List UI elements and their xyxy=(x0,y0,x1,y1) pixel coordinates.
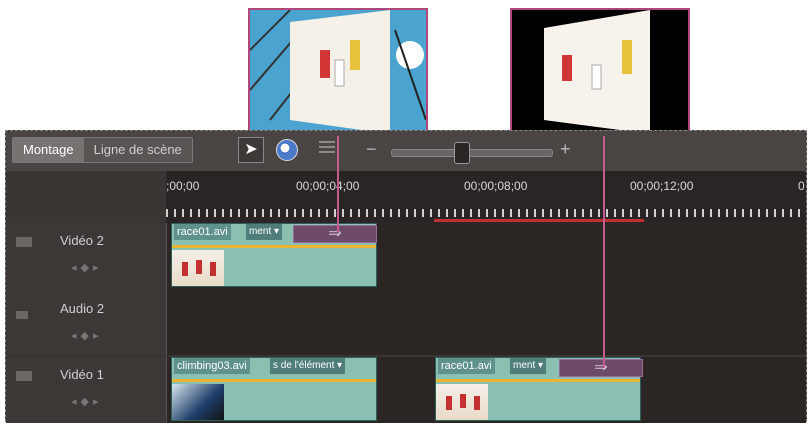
selection-tool-icon[interactable]: ➤ xyxy=(238,137,264,163)
track-audio-2: Audio 2 ◂◆▸ xyxy=(6,291,806,355)
clip-name: climbing03.avi xyxy=(174,358,250,374)
callout-line xyxy=(603,136,605,368)
ruler-label: 00;00;04;00 xyxy=(296,179,360,193)
preview-race-transition xyxy=(510,8,690,136)
track-header-video-2: Vidéo 2 ◂◆▸ xyxy=(6,223,166,291)
transition-block[interactable]: ⇒ xyxy=(293,225,377,243)
clip-line xyxy=(172,379,376,382)
preview-image-2 xyxy=(512,10,688,134)
track-body-video-1[interactable]: climbing03.avi s de l'élément ▾ race01.a… xyxy=(166,357,806,423)
track-header-audio-2: Audio 2 ◂◆▸ xyxy=(6,291,166,355)
track-label: Vidéo 2 xyxy=(60,233,104,248)
ruler-tick-strip xyxy=(166,209,806,217)
ruler-label: 00;00;08;00 xyxy=(464,179,528,193)
clip-thumbnail xyxy=(172,384,224,420)
list-icon[interactable] xyxy=(319,141,335,155)
runner-figure xyxy=(446,396,452,410)
runner-figure xyxy=(474,396,480,410)
keyframe-nav-icon[interactable]: ◂◆▸ xyxy=(71,329,103,342)
clip-name: race01.avi xyxy=(174,224,231,240)
track-body-video-2[interactable]: race01.avi ment ▾ ⇒ xyxy=(166,223,806,291)
timeline-toolbar: Montage Ligne de scène ➤ − + xyxy=(6,131,806,171)
view-tabs: Montage Ligne de scène xyxy=(12,137,193,163)
runner-figure xyxy=(210,262,216,276)
ruler-label: ;00;00 xyxy=(166,179,200,193)
track-label: Vidéo 1 xyxy=(60,367,104,382)
runner-figure xyxy=(196,260,202,274)
runner-figure xyxy=(460,394,466,408)
tab-montage[interactable]: Montage xyxy=(13,138,84,162)
clip-menu[interactable]: ment ▾ xyxy=(510,358,547,374)
track-video-1: Vidéo 1 ◂◆▸ climbing03.avi s de l'élémen… xyxy=(6,357,806,423)
ruler-label: 0 xyxy=(798,179,805,193)
track-body-audio-2[interactable] xyxy=(166,291,806,355)
zoom-slider[interactable] xyxy=(391,149,553,157)
keyframe-nav-icon[interactable]: ◂◆▸ xyxy=(71,395,103,408)
clip-name: race01.avi xyxy=(438,358,495,374)
track-video-2: Vidéo 2 ◂◆▸ race01.avi ment ▾ ⇒ xyxy=(6,223,806,291)
clip-thumbnail xyxy=(172,250,224,286)
ruler-label: 00;00;12;00 xyxy=(630,179,694,193)
clip-thumbnail xyxy=(436,384,488,420)
time-ruler[interactable]: ;00;00 00;00;04;00 00;00;08;00 00;00;12;… xyxy=(166,171,806,223)
track-label: Audio 2 xyxy=(60,301,105,316)
transition-block[interactable]: ⇒ xyxy=(559,359,643,377)
clip-climbing03[interactable]: climbing03.avi s de l'élément ▾ xyxy=(171,357,377,421)
clip-menu[interactable]: ment ▾ xyxy=(246,224,283,240)
callout-line xyxy=(337,136,339,232)
preview-image-1 xyxy=(250,10,426,134)
zoom-out-button[interactable]: − xyxy=(366,137,377,161)
speaker-icon xyxy=(16,311,28,319)
preview-climbing-to-race xyxy=(248,8,428,136)
keyframe-nav-icon[interactable]: ◂◆▸ xyxy=(71,261,103,274)
track-header-video-1: Vidéo 1 ◂◆▸ xyxy=(6,357,166,423)
clip-line xyxy=(172,245,376,248)
zoom-slider-thumb[interactable] xyxy=(454,142,470,164)
film-icon xyxy=(16,237,32,247)
work-area-bar[interactable] xyxy=(434,219,644,222)
zoom-in-button[interactable]: + xyxy=(560,137,571,161)
film-icon xyxy=(16,371,32,381)
time-stretch-icon[interactable] xyxy=(276,139,298,161)
timeline-panel: Montage Ligne de scène ➤ − + ;00;00 00;0… xyxy=(5,130,807,423)
runner-figure xyxy=(182,262,188,276)
clip-line xyxy=(436,379,640,382)
clip-menu[interactable]: s de l'élément ▾ xyxy=(270,358,346,374)
tab-ligne-de-scene[interactable]: Ligne de scène xyxy=(83,138,192,162)
